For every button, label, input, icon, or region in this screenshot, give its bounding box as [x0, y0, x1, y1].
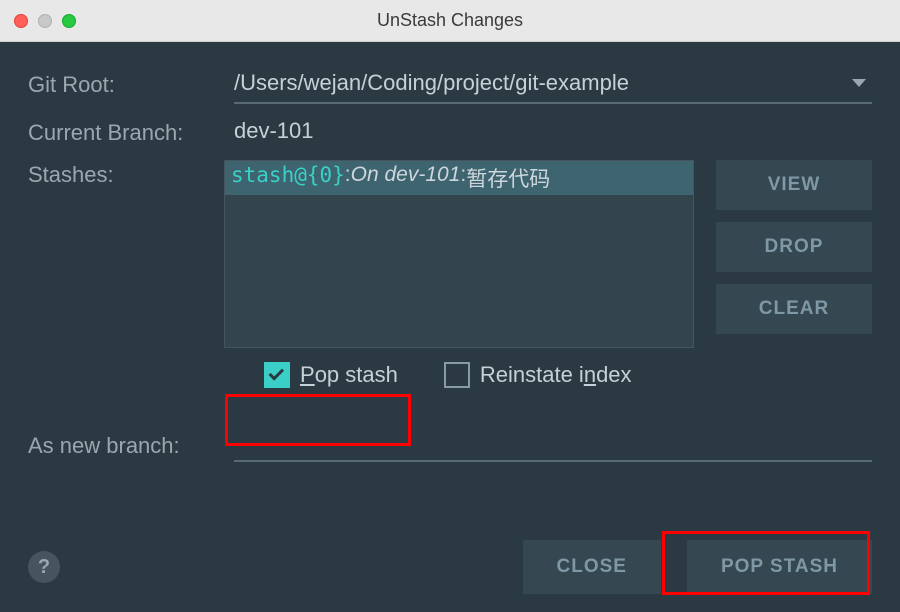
traffic-lights [14, 14, 76, 28]
as-new-branch-label: As new branch: [28, 431, 234, 459]
git-root-label: Git Root: [28, 70, 234, 98]
pop-stash-label: Pop stash [300, 362, 398, 388]
reinstate-index-label: Reinstate index [480, 362, 632, 388]
help-button[interactable]: ? [28, 551, 60, 583]
pop-stash-checkbox-group[interactable]: Pop stash [264, 362, 398, 388]
reinstate-index-checkbox[interactable] [444, 362, 470, 388]
stashes-label: Stashes: [28, 160, 224, 188]
stash-branch: On dev-101 [351, 163, 461, 193]
close-button[interactable]: CLOSE [523, 540, 661, 594]
chevron-down-icon [852, 79, 866, 87]
stash-list[interactable]: stash@{0}: On dev-101: 暂存代码 [224, 160, 694, 348]
pop-stash-checkbox[interactable] [264, 362, 290, 388]
check-icon [269, 365, 285, 381]
current-branch-value: dev-101 [234, 118, 872, 144]
clear-button[interactable]: CLEAR [716, 284, 872, 334]
stash-item[interactable]: stash@{0}: On dev-101: 暂存代码 [225, 161, 693, 195]
current-branch-label: Current Branch: [28, 118, 234, 146]
titlebar: UnStash Changes [0, 0, 900, 42]
git-root-dropdown[interactable]: /Users/wejan/Coding/project/git-example [234, 70, 872, 104]
window-maximize-button[interactable] [62, 14, 76, 28]
window-minimize-button[interactable] [38, 14, 52, 28]
drop-button[interactable]: DROP [716, 222, 872, 272]
window-title: UnStash Changes [0, 10, 900, 31]
stash-ref: stash@{0} [231, 163, 345, 193]
as-new-branch-input[interactable] [234, 428, 872, 462]
reinstate-index-checkbox-group[interactable]: Reinstate index [444, 362, 632, 388]
stash-message: 暂存代码 [466, 163, 550, 193]
window-close-button[interactable] [14, 14, 28, 28]
git-root-value: /Users/wejan/Coding/project/git-example [234, 70, 629, 96]
view-button[interactable]: VIEW [716, 160, 872, 210]
pop-stash-button[interactable]: POP STASH [687, 540, 872, 594]
